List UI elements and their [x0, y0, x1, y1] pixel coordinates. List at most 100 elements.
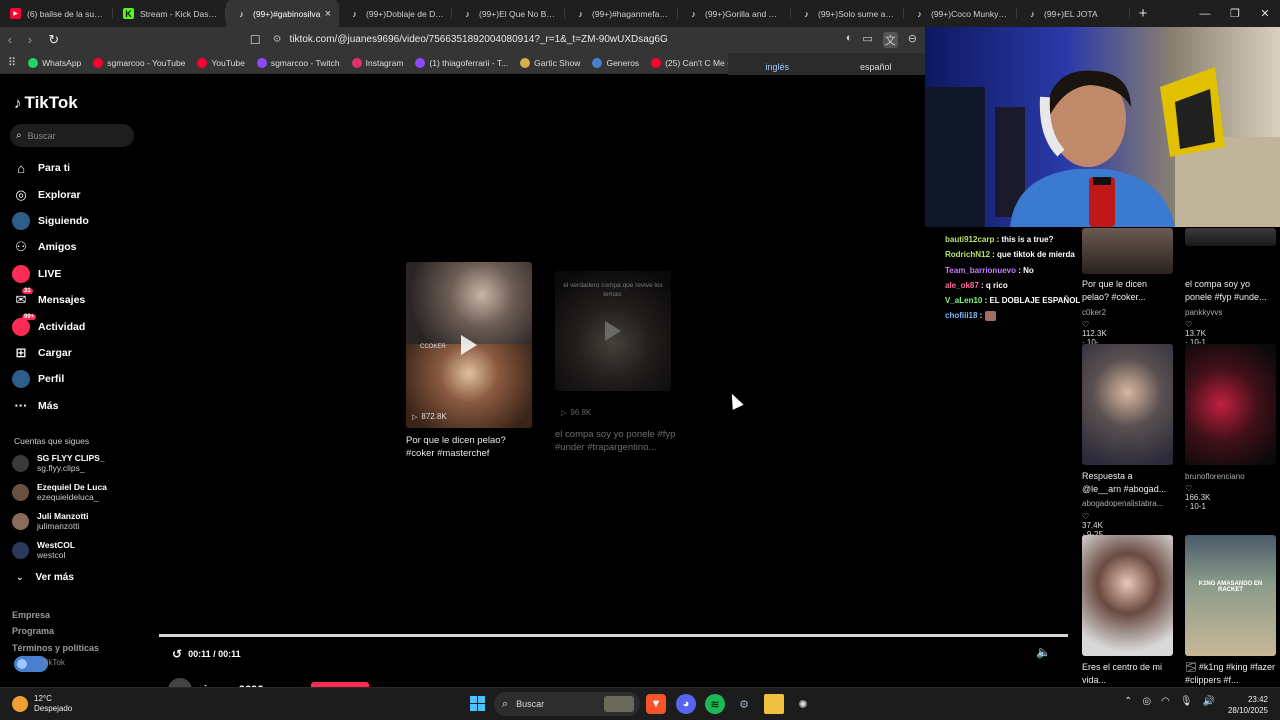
browser-tab[interactable]: ♪ (99+)El Que No Baila Pierde — [452, 0, 565, 27]
translate-icon[interactable]: 文 — [882, 31, 898, 48]
bookmark-item[interactable]: sgmarcoo - Twitch — [256, 57, 340, 68]
following-account[interactable]: Ezequiel De Luca ezequieldeluca_ — [12, 482, 142, 502]
browser-tab[interactable]: ♪ (99+)Doblaje de Dragon Ball — [339, 0, 452, 27]
sidebar-item-mensajes[interactable]: ✉ 31 Mensajes — [12, 287, 142, 313]
sidebar-item-actividad[interactable]: 99+ Actividad — [12, 313, 142, 339]
eye-off-icon[interactable]: ◐ — [846, 32, 853, 48]
sidebar-item-para-ti[interactable]: ⌂ Para ti — [12, 155, 142, 181]
search-input[interactable]: ⌕ Buscar — [10, 124, 134, 147]
related-video-author[interactable]: pankkyvvs — [1185, 308, 1277, 317]
sidebar-item-explorar[interactable]: ◎ Explorar — [12, 181, 142, 207]
system-clock[interactable]: 23:42 28/10/2025 — [1228, 694, 1268, 716]
related-video-title[interactable]: Respuesta a @le__arn #abogad... — [1082, 470, 1172, 496]
related-video-title[interactable]: Por que le dicen pelao? #coker... — [1082, 278, 1172, 304]
sidebar-item-perfil[interactable]: Perfil — [12, 366, 142, 392]
video-card-title[interactable]: el compa soy yo ponele #fyp #under #trap… — [555, 428, 681, 454]
related-video-title[interactable]: 🌫 #k1ng #king #fazer #clippers #f... — [1185, 661, 1277, 687]
close-icon[interactable]: ✕ — [1250, 0, 1280, 27]
video-progress-bar[interactable] — [159, 634, 1068, 637]
network-icon[interactable]: ◎ — [1142, 696, 1151, 707]
heart-icon: ♡ — [1185, 484, 1193, 493]
heart-icon: ♡ — [1185, 320, 1193, 329]
weather-widget[interactable]: 12°C Despejado — [12, 694, 72, 714]
close-tab-icon[interactable]: × — [325, 8, 331, 20]
ver-mas-button[interactable]: ⌄ Ver más — [16, 572, 74, 583]
footer-link-empresa[interactable]: Empresa — [12, 610, 50, 620]
browser-tab[interactable]: ▶ (6) bailse de la sub - YouTube — [0, 0, 113, 27]
browser-tab[interactable]: K Stream - Kick Dashboard — [113, 0, 226, 27]
related-video-author[interactable]: brunoflorenciano — [1185, 472, 1277, 481]
address-bar[interactable]: ⚙ tiktok.com/@juanes9696/video/756635189… — [273, 30, 846, 49]
bookmark-item[interactable]: WhatsApp — [28, 57, 81, 68]
speaker-icon[interactable]: 🔊 — [1203, 696, 1215, 707]
browser-tab[interactable]: ♪ (99+)Gorilla and Chimp — [678, 0, 791, 27]
sidebar-item-siguiendo[interactable]: Siguiendo — [12, 208, 142, 234]
steam-icon[interactable]: ⚙ — [734, 694, 754, 714]
related-video-thumbnail[interactable] — [1082, 344, 1173, 465]
site-info-icon[interactable]: ⚙ — [273, 34, 282, 45]
video-card-thumbnail[interactable]: CCOKER — [406, 262, 532, 428]
related-video-thumbnail[interactable] — [1082, 535, 1173, 656]
play-icon — [461, 335, 477, 355]
restore-icon[interactable]: ❐ — [1220, 0, 1250, 27]
browser-tab[interactable]: ♪ (99+)EL JOTA — [1017, 0, 1130, 27]
clock-time: 23:42 — [1247, 695, 1268, 704]
tiktok-logo[interactable]: ♪ TikTok — [14, 93, 78, 113]
bookmark-item[interactable]: Gartic Show — [520, 57, 580, 68]
bookmark-icon[interactable]: ☐ — [250, 33, 261, 47]
related-video-thumbnail[interactable] — [1185, 228, 1276, 246]
volume-icon[interactable]: 🔈 — [1036, 645, 1051, 659]
wifi-icon[interactable]: ◠ — [1161, 696, 1170, 707]
following-account[interactable]: Juli Manzotti julimanzotti — [12, 511, 142, 531]
minimize-icon[interactable]: — — [1190, 0, 1220, 27]
bookmark-item[interactable]: sgmarcoo - YouTube — [93, 57, 185, 68]
thumbnail-overlay-text: el verdadero compa que revive los temas: — [563, 282, 663, 298]
apps-grid-icon[interactable]: ⠿ — [8, 56, 16, 69]
related-video-author[interactable]: c0ker2 — [1082, 308, 1174, 317]
bookmark-item[interactable]: Instagram — [351, 57, 403, 68]
replay-icon[interactable]: ↺ — [172, 647, 182, 661]
views-count: 872.8K — [421, 412, 447, 421]
footer-link-terminos[interactable]: Términos y políticas — [12, 643, 99, 653]
mic-icon[interactable]: 🎙 — [1180, 696, 1193, 707]
sidebar-item-amigos[interactable]: ⚇ Amigos — [12, 234, 142, 260]
related-video-thumbnail[interactable] — [1185, 344, 1276, 465]
forward-button[interactable]: › — [20, 32, 40, 47]
avatar — [12, 512, 29, 530]
browser-tab[interactable]: ♪ (99+)#gabinosilva × — [226, 0, 339, 27]
chevron-up-icon[interactable]: ⌃ — [1124, 696, 1132, 707]
related-video-author[interactable]: abogadopenalistabra... — [1082, 499, 1174, 508]
sidebar-item-m-s[interactable]: ··· Más — [12, 393, 142, 419]
following-account[interactable]: WestCOL westcol — [12, 540, 142, 560]
footer-link-programa[interactable]: Programa — [12, 626, 54, 636]
sidebar-item-cargar[interactable]: ⊞ Cargar — [12, 340, 142, 366]
related-video-thumbnail[interactable] — [1082, 228, 1173, 274]
browser-tab[interactable]: ♪ (99+)#haganmefamoso — [565, 0, 678, 27]
taskbar-search[interactable]: ⌕ Buscar — [494, 692, 640, 716]
settings-app-icon[interactable]: ✺ — [793, 694, 813, 714]
browser-tab[interactable]: ♪ (99+)Solo sume aura # — [791, 0, 904, 27]
related-video-thumbnail[interactable]: K1NG AMASANDO EN RACKET — [1185, 535, 1276, 656]
video-card-title[interactable]: Por que le dicen pelao? #coker #masterch… — [406, 434, 532, 460]
zoom-icon[interactable]: ⊖ — [908, 32, 917, 48]
windows-start-icon[interactable] — [470, 696, 485, 711]
new-tab-button[interactable]: + — [1130, 0, 1156, 27]
brave-browser-icon[interactable]: ▼ — [646, 694, 666, 714]
back-button[interactable]: ‹ — [0, 32, 20, 47]
bookmark-item[interactable]: YouTube — [197, 57, 245, 68]
following-account[interactable]: SG FLYY CLIPS_ sg.flyy.clips_ — [12, 453, 142, 473]
bookmark-item[interactable]: Generos — [592, 57, 639, 68]
following-header: Cuentas que sigues — [14, 436, 90, 446]
sidebar-item-live[interactable]: LIVE — [12, 261, 142, 287]
file-explorer-icon[interactable] — [764, 694, 784, 714]
reload-button[interactable]: ↻ — [44, 32, 64, 48]
browser-tab[interactable]: ♪ (99+)Coco Munky: A History — [904, 0, 1017, 27]
related-video-title[interactable]: el compa soy yo ponele #fyp #unde... — [1185, 278, 1277, 304]
ver-mas-label: Ver más — [35, 572, 74, 583]
related-video-title[interactable]: Eres el centro de mi vida... — [1082, 661, 1172, 687]
cast-icon[interactable]: ▭ — [862, 32, 872, 48]
spotify-icon[interactable]: ≋ — [705, 694, 725, 714]
discord-icon[interactable]: ◕ — [676, 694, 696, 714]
bookmark-item[interactable]: (1) thiagoferrarii - T... — [415, 57, 508, 68]
video-card-thumbnail[interactable]: el verdadero compa que revive los temas: — [555, 271, 671, 391]
